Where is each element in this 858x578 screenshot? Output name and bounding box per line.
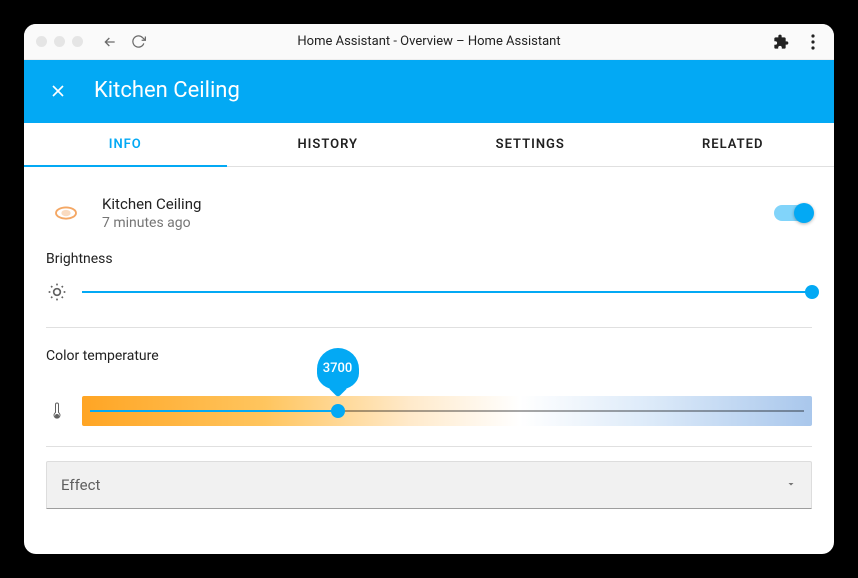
dialog-header: Kitchen Ceiling [24, 60, 834, 123]
tab-bar: Info History Settings Related [24, 123, 834, 167]
chevron-down-icon [785, 476, 797, 494]
tab-info[interactable]: Info [24, 123, 227, 166]
tab-history[interactable]: History [227, 123, 430, 166]
tab-settings[interactable]: Settings [429, 123, 632, 166]
tab-related[interactable]: Related [632, 123, 835, 166]
window-controls [36, 36, 83, 47]
color-temperature-value-tooltip: 3700 [317, 348, 359, 390]
power-toggle-knob [794, 203, 814, 223]
reload-button[interactable] [129, 33, 147, 51]
brightness-slider[interactable] [82, 277, 812, 307]
color-temperature-slider[interactable]: 3700 [82, 396, 812, 426]
brightness-label: Brightness [46, 251, 812, 267]
entity-name: Kitchen Ceiling [102, 195, 758, 213]
divider [46, 446, 812, 447]
color-temperature-slider-thumb[interactable] [331, 404, 345, 418]
traffic-dot-minimize[interactable] [54, 36, 65, 47]
dialog-title: Kitchen Ceiling [94, 78, 240, 103]
entity-last-changed: 7 minutes ago [102, 215, 758, 231]
color-temperature-label: Color temperature [46, 348, 812, 364]
power-toggle[interactable] [774, 205, 812, 221]
effect-select-label: Effect [61, 476, 100, 494]
browser-chrome: Home Assistant - Overview – Home Assista… [24, 24, 834, 60]
close-button[interactable] [46, 79, 70, 103]
app-window: Home Assistant - Overview – Home Assista… [24, 24, 834, 554]
brightness-slider-thumb[interactable] [805, 285, 819, 299]
entity-state-icon [46, 193, 86, 233]
color-temperature-section: Color temperature 3700 [24, 334, 834, 440]
brightness-icon [46, 281, 68, 303]
traffic-dot-close[interactable] [36, 36, 47, 47]
traffic-dot-zoom[interactable] [72, 36, 83, 47]
nav-buttons [101, 33, 147, 51]
color-temperature-value: 3700 [323, 361, 353, 376]
back-button[interactable] [101, 33, 119, 51]
divider [46, 327, 812, 328]
extensions-icon[interactable] [772, 33, 790, 51]
entity-row: Kitchen Ceiling 7 minutes ago [24, 185, 834, 241]
thermometer-icon [46, 400, 68, 422]
brightness-section: Brightness [24, 241, 834, 321]
effect-select[interactable]: Effect [46, 461, 812, 509]
dialog-content: Kitchen Ceiling 7 minutes ago Brightness [24, 167, 834, 554]
browser-menu-icon[interactable] [804, 33, 822, 51]
